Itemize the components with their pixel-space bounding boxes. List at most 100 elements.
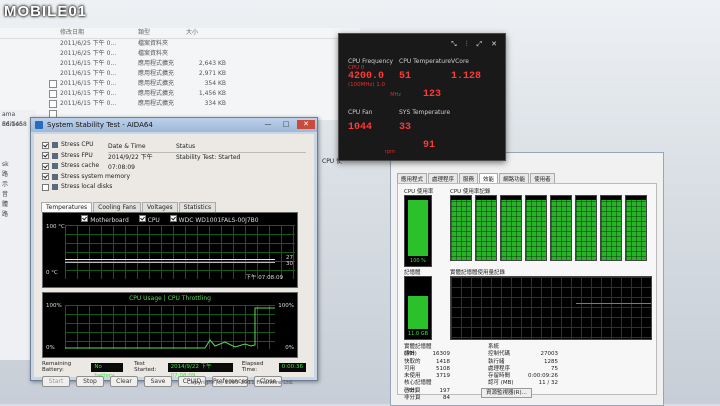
cpu-icon — [52, 142, 58, 149]
temperature-line-1 — [65, 259, 275, 260]
stress-fpu-checkbox[interactable] — [42, 152, 49, 160]
cpu-fan-unit: rpm — [384, 149, 395, 155]
cpu-monitor-panel: ⤡ ⫶ ⤢ ✕ CPU Frequency CPU 0 4200.0 (100M… — [338, 33, 506, 161]
cpu-core-history-graph — [475, 195, 497, 261]
temp-readout-2: 30 — [286, 261, 293, 267]
usage-ymax-right: 100% — [278, 303, 294, 309]
expand-icon[interactable]: ⤢ — [477, 40, 483, 49]
cpu-temperature-value: 51 — [399, 71, 412, 82]
memory-meter: 11.0 GB — [404, 276, 432, 340]
stat-row: 已分頁 197 — [404, 387, 450, 394]
stress-cache-checkbox[interactable] — [42, 162, 49, 170]
file-row[interactable]: 2011/6/25 下午 0... 檔案資料夾 — [0, 49, 360, 59]
memory-history-line — [576, 303, 651, 304]
temperature-graph: Motherboard CPU WDC WD1001FALS-00J7B0 10… — [42, 212, 298, 288]
save-button[interactable]: Save — [144, 376, 172, 387]
temp-ymax: 100 °C — [46, 224, 65, 230]
elapsed-time-label: Elapsed Time: — [241, 361, 264, 373]
temperature-line-2 — [65, 262, 275, 263]
file-checkbox[interactable] — [49, 90, 57, 98]
test-started-label: Test Started: — [134, 361, 157, 373]
cpu-frequency-detail: (100MHz) 1.0 — [348, 82, 386, 88]
status-table: Date & Time Status 2014/9/22 下午 07:08:09 S… — [108, 142, 306, 171]
temp-time: 下午 07:08:09 — [245, 275, 283, 281]
physical-memory-stats: 實體記憶體 (MB) 總計 16309 快取的 1418 可用 5108 未使用 371… — [404, 344, 450, 402]
legend-disk[interactable]: WDC WD1001FALS-00J7B0 — [169, 215, 259, 224]
start-button[interactable]: Start — [42, 376, 70, 387]
system-stats: 系統 控制代碼 27003 執行緒 1285 處理程序 75 存留時間 0:00:09:… — [488, 344, 558, 388]
cpu-core-history-graph — [575, 195, 597, 261]
cpu-usage-meter: 100 % — [404, 195, 432, 267]
column-type[interactable]: 類型 — [138, 28, 186, 38]
cpu-fan-label: CPU Fan — [348, 109, 373, 116]
cpu-core-history-graph — [550, 195, 572, 261]
remaining-battery-value: No battery — [91, 362, 124, 379]
elapsed-time-value: 0:00:36 — [278, 362, 306, 372]
cpu-fan-tile: CPU Fan 1044 rpm — [348, 109, 401, 157]
stop-button[interactable]: Stop — [76, 376, 104, 387]
legend-motherboard[interactable]: Motherboard — [81, 215, 129, 224]
usage-ymin-left: 0% — [46, 345, 55, 351]
close-window-button[interactable]: ✕ — [297, 120, 315, 129]
aida-title-bar[interactable]: System Stability Test - AIDA64 — □ ✕ — [31, 118, 317, 132]
stat-row: 執行緒 1285 — [488, 358, 558, 365]
file-row[interactable]: 2011/6/25 下午 0... 檔案資料夾 — [0, 39, 360, 49]
temp-ymin: 0 °C — [46, 270, 58, 276]
file-checkbox[interactable] — [49, 100, 57, 108]
copyright-text: Copyright (c) 1995-2011 FinalWire Ltd. — [187, 380, 294, 386]
tab-temperatures[interactable]: Temperatures — [41, 202, 93, 212]
cpu-core-history-graph — [600, 195, 622, 261]
fpu-icon — [52, 152, 58, 159]
task-manager-window: 應用程式 處理程序 服務 效能 網路功能 使用者 CPU 使用率 CPU 使用率… — [390, 152, 664, 406]
stress-disks-option[interactable]: Stress local disks — [42, 182, 130, 193]
file-checkbox[interactable] — [49, 80, 57, 88]
memory-history-graph — [450, 276, 652, 340]
aida-tabs: Temperatures Cooling Fans Voltages Stati… — [41, 202, 217, 212]
minimize-button[interactable]: — — [259, 120, 277, 129]
explorer-file-list: 修改日期 類型 大小 2011/6/25 下午 0... 檔案資料夾 2011/6… — [0, 28, 360, 120]
aida64-app-icon — [35, 121, 43, 129]
file-row[interactable]: 2011/6/15 下午 0... 應用程式擴充 2,643 KB — [0, 59, 360, 69]
stress-memory-option[interactable]: Stress system memory — [42, 172, 130, 183]
maximize-button[interactable]: □ — [277, 120, 295, 129]
stress-disks-checkbox[interactable] — [42, 183, 49, 191]
cache-icon — [52, 163, 58, 170]
stress-cpu-checkbox[interactable] — [42, 141, 49, 149]
close-icon[interactable]: ✕ — [491, 40, 497, 49]
stress-memory-checkbox[interactable] — [42, 173, 49, 181]
resource-monitor-button[interactable]: 資源監視器(R)... — [481, 388, 532, 398]
stat-row: 非分頁 84 — [404, 395, 450, 402]
tab-voltages[interactable]: Voltages — [142, 202, 178, 212]
stat-row: 控制代碼 27003 — [488, 351, 558, 358]
stat-row: 總計 16309 — [404, 351, 450, 358]
sys-temperature-label: SYS Temperature — [399, 109, 451, 116]
usage-trace — [65, 307, 275, 349]
tab-statistics[interactable]: Statistics — [178, 202, 217, 212]
status-row: 2014/9/22 下午 07:08:09 Stability Test: Sta… — [108, 154, 241, 171]
cpu-temperature-max: 123 — [423, 89, 442, 100]
column-size[interactable]: 大小 — [186, 28, 226, 38]
temperature-legend: Motherboard CPU WDC WD1001FALS-00J7B0 — [43, 215, 297, 224]
legend-cpu[interactable]: CPU — [138, 215, 160, 224]
cpu-usage-label: CPU 使用率 — [404, 189, 434, 195]
column-date[interactable]: 修改日期 — [0, 28, 138, 38]
cpu-fan-value: 1044 — [348, 122, 373, 133]
tab-cooling-fans[interactable]: Cooling Fans — [93, 202, 142, 212]
cpu-frequency-value: 4200.0 — [348, 71, 385, 82]
vcore-value: 1.128 — [451, 71, 482, 82]
memory-value: 11.0 GB — [407, 331, 429, 337]
memory-icon — [52, 173, 58, 180]
resize-icon[interactable]: ⤡ — [451, 40, 457, 49]
memory-history-label: 實體記憶體使用量記錄 — [450, 270, 506, 276]
clear-button[interactable]: Clear — [110, 376, 138, 387]
cpu-core-history-graph — [625, 195, 647, 261]
usage-ymax-left: 100% — [46, 303, 62, 309]
performance-panel: CPU 使用率 CPU 使用率記錄 100 % 記憶體 實體記憶體使用量記錄 1… — [397, 183, 657, 401]
cpu-temperature-label: CPU Temperature — [399, 58, 452, 65]
cpu-core-history-graph — [525, 195, 547, 261]
sys-temperature-tile: SYS Temperature 33 91 — [399, 109, 452, 157]
cpu-frequency-tile: CPU Frequency CPU 0 4200.0 (100MHz) 1.0 … — [348, 58, 401, 106]
file-row[interactable]: 2011/6/15 下午 0... 應用程式擴充 2,971 KB — [0, 69, 360, 79]
sys-temperature-value: 33 — [399, 122, 412, 133]
more-options-icon[interactable]: ⫶ — [466, 40, 468, 49]
